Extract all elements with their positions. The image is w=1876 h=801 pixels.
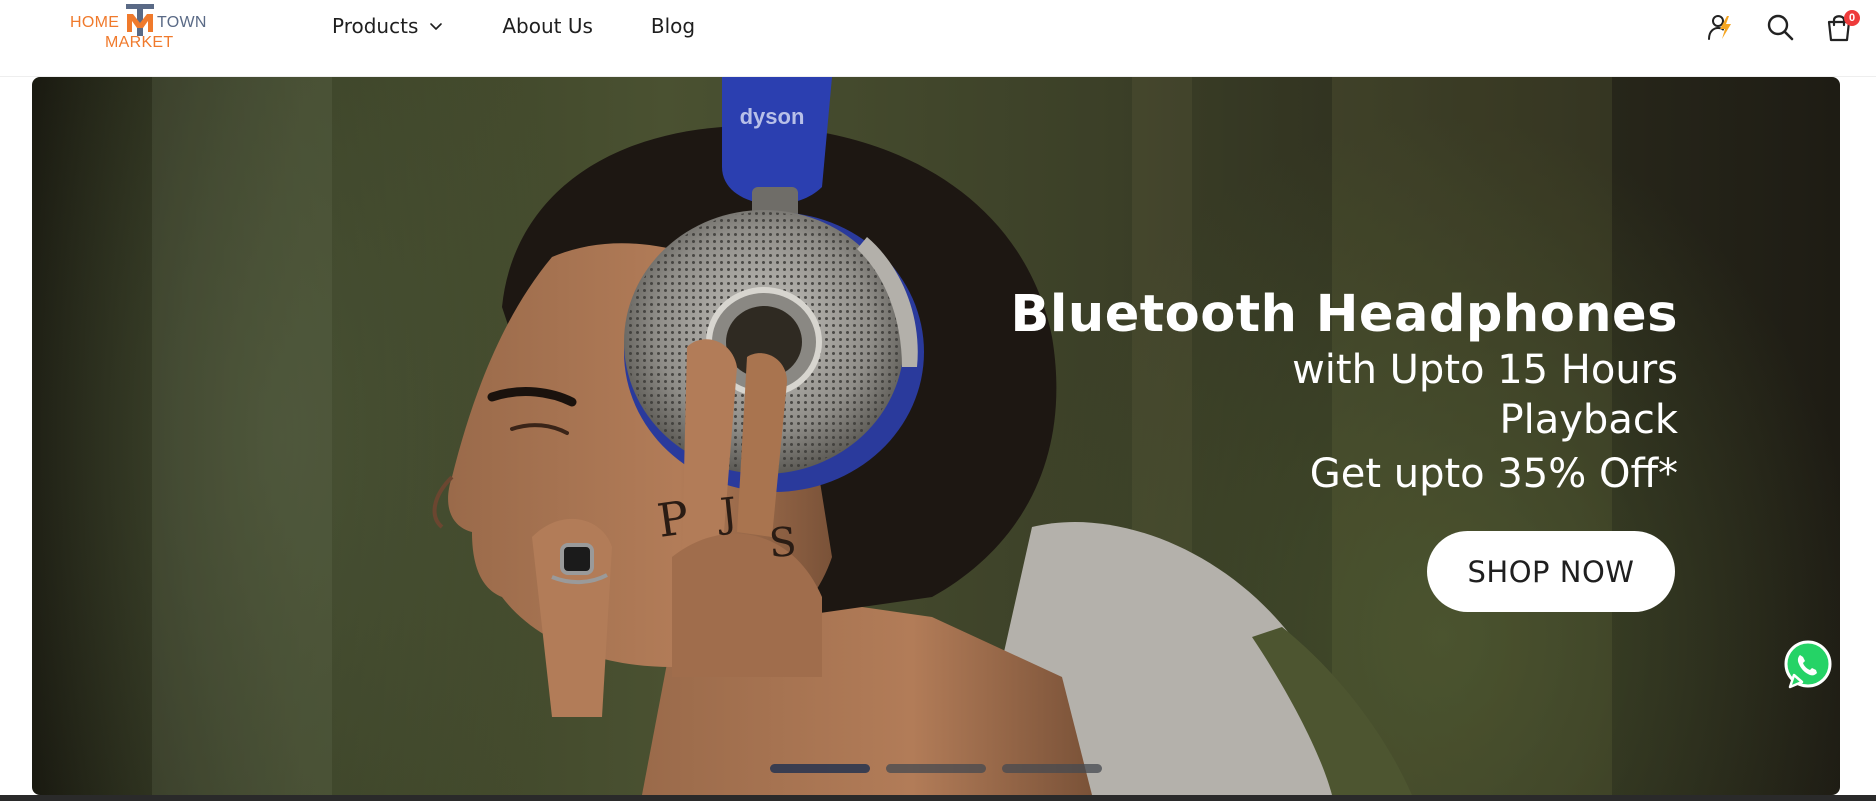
logo-mark-icon (126, 4, 154, 36)
cart-count-badge: 0 (1844, 10, 1860, 26)
nav-blog-label: Blog (650, 14, 696, 38)
main-nav: Products About Us Blog (332, 14, 695, 38)
shop-now-button[interactable]: SHOP NOW (1427, 531, 1675, 612)
page-bottom-band (0, 795, 1876, 801)
logo-town-text: TOWN (157, 14, 207, 31)
headphone-brand-text: dyson (740, 104, 805, 129)
hero-headline: Bluetooth Headphones (1010, 285, 1678, 344)
carousel-dot-2[interactable] (886, 764, 986, 773)
brand-logo[interactable]: HOME TOWN MARKET (70, 2, 215, 52)
hero-subline-1: with Upto 15 Hours (1292, 347, 1678, 393)
search-icon[interactable] (1765, 12, 1795, 42)
logo-home-text: HOME (70, 14, 120, 31)
nav-about-us[interactable]: About Us (502, 14, 593, 38)
nav-products-label: Products (332, 14, 419, 38)
carousel-indicators (770, 764, 1102, 773)
carousel-dot-3[interactable] (1002, 764, 1102, 773)
nav-products[interactable]: Products (332, 14, 444, 38)
svg-text:S: S (767, 519, 798, 567)
user-lightning-icon[interactable] (1705, 12, 1735, 42)
whatsapp-icon[interactable] (1782, 639, 1834, 691)
cart-button[interactable]: 0 (1824, 10, 1860, 42)
carousel-dot-1[interactable] (770, 764, 870, 773)
logo-market-text: MARKET (105, 34, 174, 51)
hero-offer: Get upto 35% Off* (1309, 451, 1678, 497)
hero-banner: dyson P J S Bluetooth Headphones with Up… (32, 77, 1840, 795)
hero-copy: Bluetooth Headphones with Upto 15 Hours … (1011, 285, 1678, 499)
nav-about-label: About Us (502, 14, 593, 38)
site-header: HOME TOWN MARKET Products About Us Blog (0, 0, 1876, 77)
nav-blog[interactable]: Blog (651, 14, 695, 38)
chevron-down-icon (430, 23, 443, 30)
hero-subline-2: Playback (1499, 397, 1678, 443)
